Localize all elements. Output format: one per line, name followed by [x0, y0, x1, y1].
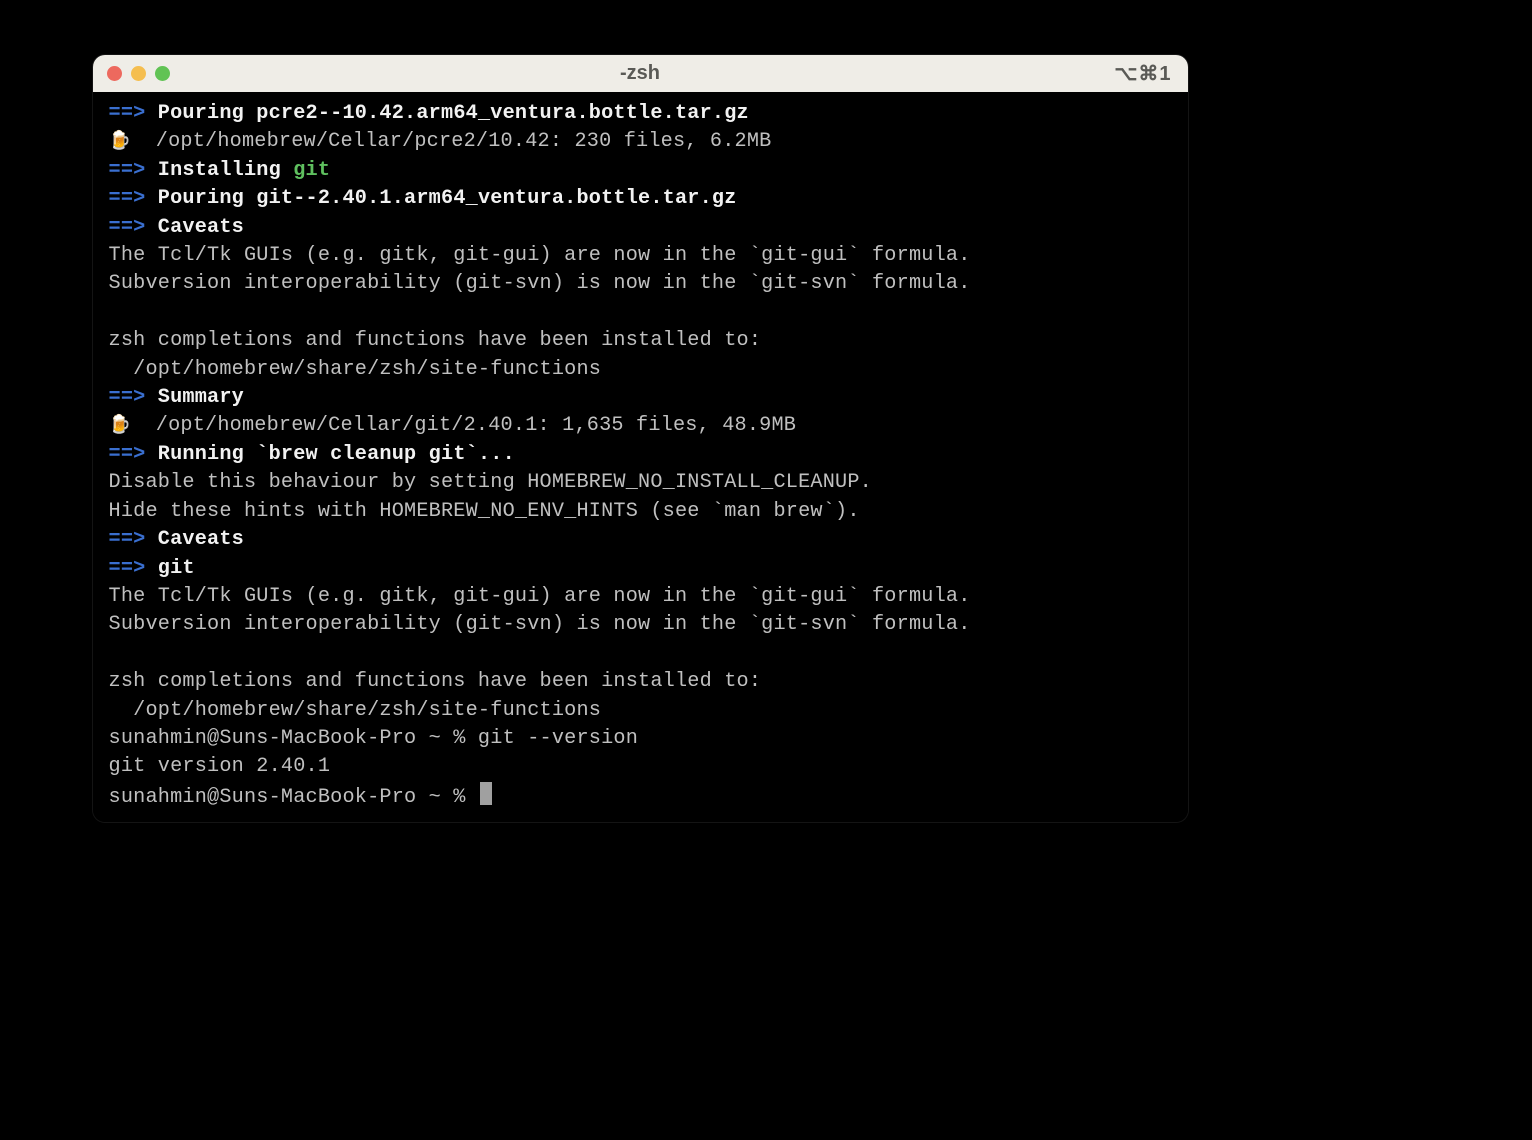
output-line: zsh completions and functions have been …: [93, 327, 1188, 355]
arrow-icon: ==>: [109, 216, 146, 239]
arrow-icon: ==>: [109, 443, 146, 466]
output-text: Caveats: [145, 528, 244, 551]
zoom-button[interactable]: [155, 66, 170, 81]
output-line: Subversion interoperability (git-svn) is…: [93, 611, 1188, 639]
output-line: /opt/homebrew/share/zsh/site-functions: [93, 356, 1188, 384]
window-shortcut: ⌥⌘1: [1114, 61, 1171, 86]
output-line: /opt/homebrew/share/zsh/site-functions: [93, 697, 1188, 725]
output-line: [93, 299, 1188, 327]
terminal-output[interactable]: ==> Pouring pcre2--10.42.arm64_ventura.b…: [93, 92, 1188, 822]
output-text: Pouring pcre2--10.42.arm64_ventura.bottl…: [145, 102, 748, 125]
output-text: /opt/homebrew/Cellar/git/2.40.1: 1,635 f…: [131, 414, 796, 437]
cursor-icon: [480, 782, 492, 805]
terminal-window: -zsh ⌥⌘1 ==> Pouring pcre2--10.42.arm64_…: [93, 55, 1188, 822]
arrow-icon: ==>: [109, 187, 146, 210]
output-line: ==> Installing git: [93, 157, 1188, 185]
window-title: -zsh: [620, 62, 660, 85]
output-line: The Tcl/Tk GUIs (e.g. gitk, git-gui) are…: [93, 242, 1188, 270]
arrow-icon: ==>: [109, 159, 146, 182]
output-text: Caveats: [145, 216, 244, 239]
prompt-text: sunahmin@Suns-MacBook-Pro ~ %: [109, 786, 478, 809]
output-line: Hide these hints with HOMEBREW_NO_ENV_HI…: [93, 498, 1188, 526]
output-line: ==> Pouring git--2.40.1.arm64_ventura.bo…: [93, 185, 1188, 213]
output-line: ==> Caveats: [93, 214, 1188, 242]
output-text: Summary: [145, 386, 244, 409]
output-text: git: [145, 557, 194, 580]
arrow-icon: ==>: [109, 386, 146, 409]
package-name: git: [293, 159, 330, 182]
output-line: ==> git: [93, 555, 1188, 583]
output-line: zsh completions and functions have been …: [93, 668, 1188, 696]
arrow-icon: ==>: [109, 102, 146, 125]
beer-icon: 🍺: [109, 416, 132, 436]
output-line: ==> Caveats: [93, 526, 1188, 554]
traffic-lights: [107, 66, 170, 81]
arrow-icon: ==>: [109, 528, 146, 551]
output-line: git version 2.40.1: [93, 753, 1188, 781]
output-line: Disable this behaviour by setting HOMEBR…: [93, 469, 1188, 497]
title-bar[interactable]: -zsh ⌥⌘1: [93, 55, 1188, 92]
output-line: [93, 640, 1188, 668]
output-line: 🍺 /opt/homebrew/Cellar/pcre2/10.42: 230 …: [93, 128, 1188, 156]
minimize-button[interactable]: [131, 66, 146, 81]
output-line: ==> Summary: [93, 384, 1188, 412]
output-line: ==> Running `brew cleanup git`...: [93, 441, 1188, 469]
output-text: Installing: [145, 159, 293, 182]
output-line: sunahmin@Suns-MacBook-Pro ~ % git --vers…: [93, 725, 1188, 753]
output-text: Running `brew cleanup git`...: [145, 443, 514, 466]
output-text: /opt/homebrew/Cellar/pcre2/10.42: 230 fi…: [131, 130, 771, 153]
output-text: Pouring git--2.40.1.arm64_ventura.bottle…: [145, 187, 736, 210]
close-button[interactable]: [107, 66, 122, 81]
output-line: The Tcl/Tk GUIs (e.g. gitk, git-gui) are…: [93, 583, 1188, 611]
beer-icon: 🍺: [109, 132, 132, 152]
prompt-line[interactable]: sunahmin@Suns-MacBook-Pro ~ %: [93, 782, 1188, 812]
output-line: Subversion interoperability (git-svn) is…: [93, 270, 1188, 298]
arrow-icon: ==>: [109, 557, 146, 580]
output-line: ==> Pouring pcre2--10.42.arm64_ventura.b…: [93, 100, 1188, 128]
output-line: 🍺 /opt/homebrew/Cellar/git/2.40.1: 1,635…: [93, 412, 1188, 440]
